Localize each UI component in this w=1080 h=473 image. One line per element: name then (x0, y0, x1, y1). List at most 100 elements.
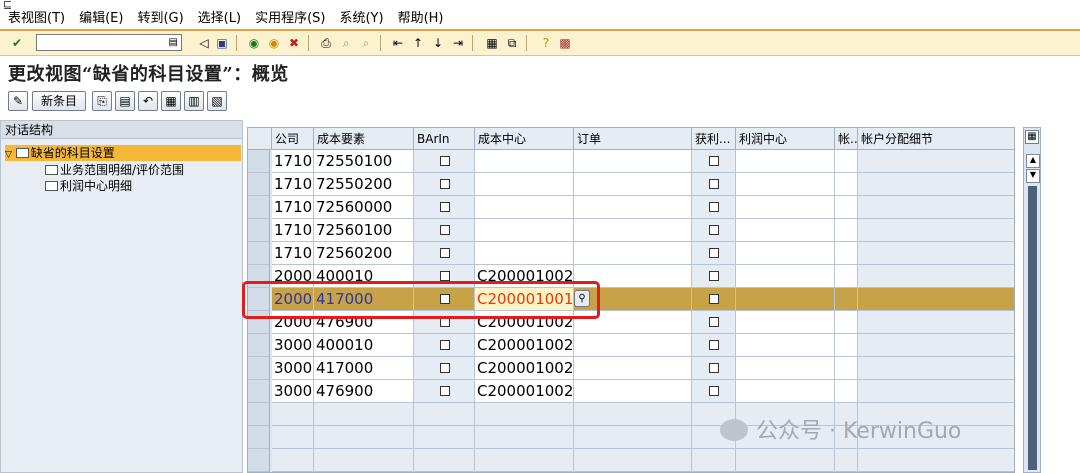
cell-profit[interactable] (692, 449, 736, 472)
checkbox[interactable] (709, 225, 719, 235)
cell-profit-center[interactable] (736, 357, 835, 380)
cell-barin[interactable] (414, 150, 475, 173)
col-business-area-ind[interactable]: BArIn (414, 128, 475, 150)
scrollbar-track[interactable] (1028, 186, 1037, 470)
cell-cost-center[interactable]: C200001002 (475, 357, 574, 380)
checkbox[interactable] (709, 386, 719, 396)
first-page-icon[interactable]: ⇤ (390, 35, 406, 51)
row-selector[interactable] (248, 196, 270, 219)
table-row[interactable]: 1710 72560100 (248, 219, 1014, 242)
layout-icon[interactable]: ▩ (557, 35, 573, 51)
checkbox[interactable] (709, 294, 719, 304)
empty-table-row[interactable] (248, 449, 1014, 472)
cell-barin[interactable] (414, 219, 475, 242)
row-selector[interactable] (248, 426, 270, 449)
select-all-icon[interactable]: ▦ (161, 91, 181, 111)
row-selector[interactable] (248, 173, 270, 196)
cell-cost-center[interactable] (475, 449, 574, 472)
save-icon[interactable]: ▣ (214, 35, 230, 51)
command-field[interactable]: ▤ (36, 34, 182, 51)
cell-detail[interactable] (858, 150, 1014, 173)
deselect-all-icon[interactable]: ▧ (207, 91, 227, 111)
cell-acct[interactable] (835, 196, 858, 219)
cell-detail[interactable] (858, 288, 1014, 311)
shortcut-icon[interactable]: ⧉ (504, 35, 520, 51)
exit-icon[interactable]: ◉ (266, 35, 282, 51)
cell-profit[interactable] (692, 196, 736, 219)
prev-page-icon[interactable]: ↑ (410, 35, 426, 51)
cell-profit-center[interactable] (736, 380, 835, 403)
cell-profit-center[interactable] (736, 196, 835, 219)
cell-profit[interactable] (692, 242, 736, 265)
cell-order[interactable] (574, 380, 692, 403)
row-selector[interactable] (248, 150, 270, 173)
print-icon[interactable]: ⎙ (318, 35, 334, 51)
table-row[interactable]: 3000 417000 C200001002 (248, 357, 1014, 380)
cell-cost-center[interactable]: C200001002 (475, 380, 574, 403)
cell-cost-center[interactable] (475, 196, 574, 219)
tree-node-profit-center-detail[interactable]: 利润中心明细 (45, 178, 132, 194)
select-block-icon[interactable]: ▥ (184, 91, 204, 111)
cell-cost-element[interactable]: 72560000 (314, 196, 414, 219)
checkbox[interactable] (440, 156, 450, 166)
checkbox[interactable] (709, 179, 719, 189)
undo-change-icon[interactable]: ↶ (138, 91, 158, 111)
cell-acct[interactable] (835, 265, 858, 288)
cell-profit-center[interactable] (736, 242, 835, 265)
expand-triangle-icon[interactable]: ▽ (5, 150, 12, 160)
cell-order[interactable] (574, 403, 692, 426)
cell-cost-element[interactable]: 417000 (314, 357, 414, 380)
checkbox[interactable] (709, 340, 719, 350)
cell-company[interactable]: 3000 (272, 380, 314, 403)
table-row[interactable]: 1710 72560200 (248, 242, 1014, 265)
cell-profit[interactable] (692, 311, 736, 334)
col-profitability[interactable]: 获利... (692, 128, 736, 150)
cell-order[interactable] (574, 219, 692, 242)
cell-cost-center[interactable]: C200001002 (475, 334, 574, 357)
cell-cost-element[interactable]: 72560100 (314, 219, 414, 242)
find-icon[interactable]: ⌕ (338, 35, 354, 51)
cell-order[interactable] (574, 334, 692, 357)
cell-order[interactable] (574, 173, 692, 196)
cell-profit[interactable] (692, 265, 736, 288)
cell-cost-center[interactable] (475, 150, 574, 173)
cell-profit[interactable] (692, 150, 736, 173)
cell-detail[interactable] (858, 334, 1014, 357)
cell-company[interactable]: 1710 (272, 173, 314, 196)
table-row[interactable]: 1710 72560000 (248, 196, 1014, 219)
row-selector[interactable] (248, 380, 270, 403)
cell-cost-element[interactable]: 72560200 (314, 242, 414, 265)
cell-acct[interactable] (835, 334, 858, 357)
cell-profit-center[interactable] (736, 265, 835, 288)
cell-barin[interactable] (414, 380, 475, 403)
cell-order[interactable] (574, 150, 692, 173)
cell-barin[interactable] (414, 357, 475, 380)
cell-acct[interactable] (835, 357, 858, 380)
cell-detail[interactable] (858, 196, 1014, 219)
checkbox[interactable] (709, 248, 719, 258)
cell-detail[interactable] (858, 449, 1014, 472)
col-account[interactable]: 帐... (835, 128, 858, 150)
menu-help[interactable]: 帮助(H) (390, 10, 450, 28)
cell-cost-center[interactable] (475, 173, 574, 196)
checkbox[interactable] (440, 340, 450, 350)
cell-barin[interactable] (414, 334, 475, 357)
cell-detail[interactable] (858, 380, 1014, 403)
cell-detail[interactable] (858, 173, 1014, 196)
cell-detail[interactable] (858, 219, 1014, 242)
table-row[interactable]: 3000 476900 C200001002 (248, 380, 1014, 403)
cell-profit[interactable] (692, 219, 736, 242)
menu-edit[interactable]: 编辑(E) (71, 10, 129, 28)
cell-company[interactable]: 1710 (272, 196, 314, 219)
checkbox[interactable] (440, 363, 450, 373)
select-all-corner[interactable] (248, 128, 272, 150)
cell-order[interactable] (574, 357, 692, 380)
last-page-icon[interactable]: ⇥ (450, 35, 466, 51)
history-back-icon[interactable]: ◁ (196, 35, 212, 51)
cell-company[interactable] (272, 449, 314, 472)
cell-acct[interactable] (835, 150, 858, 173)
cell-cost-element[interactable] (314, 449, 414, 472)
new-entries-button[interactable]: 新条目 (32, 91, 86, 111)
cell-company[interactable]: 3000 (272, 357, 314, 380)
checkbox[interactable] (709, 202, 719, 212)
